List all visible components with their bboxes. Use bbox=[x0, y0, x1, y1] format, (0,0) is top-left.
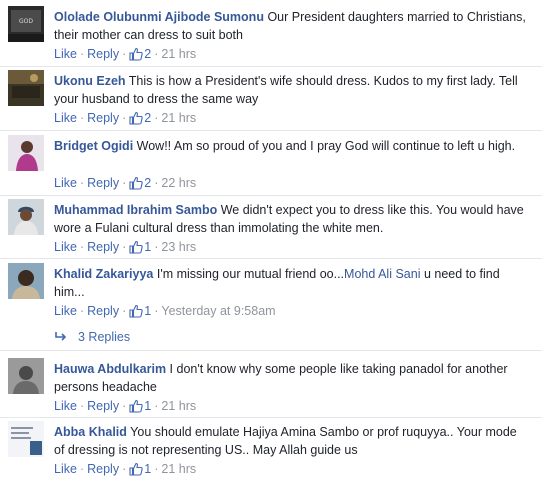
reply-button[interactable]: Reply bbox=[87, 176, 119, 190]
comment-body: Hauwa Abdulkarim I don't know why some p… bbox=[54, 360, 530, 396]
separator-dot: · bbox=[79, 240, 85, 254]
separator-dot: · bbox=[154, 176, 159, 190]
reply-button[interactable]: Reply bbox=[87, 111, 119, 125]
like-button[interactable]: Like bbox=[54, 47, 77, 61]
separator-dot: · bbox=[154, 240, 159, 254]
separator-dot: · bbox=[122, 462, 127, 476]
avatar[interactable] bbox=[8, 135, 44, 171]
thumbs-up-icon bbox=[129, 176, 143, 194]
separator-dot: · bbox=[154, 304, 159, 318]
reply-button[interactable]: Reply bbox=[87, 399, 119, 413]
like-button[interactable]: Like bbox=[54, 240, 77, 254]
comments-list: GOD Ololade Olubunmi Ajibode Sumonu Our … bbox=[0, 0, 542, 483]
timestamp[interactable]: 21 hrs bbox=[161, 111, 196, 125]
timestamp[interactable]: 21 hrs bbox=[161, 399, 196, 413]
separator-dot: · bbox=[154, 462, 159, 476]
thumbs-up-icon bbox=[129, 399, 143, 417]
comment-body: Muhammad Ibrahim Sambo We didn't expect … bbox=[54, 201, 530, 237]
like-button[interactable]: Like bbox=[54, 304, 77, 318]
like-count[interactable]: 2 bbox=[129, 176, 151, 190]
separator-dot: · bbox=[79, 176, 85, 190]
separator-dot: · bbox=[122, 304, 127, 318]
reply-button[interactable]: Reply bbox=[87, 462, 119, 476]
comment-actions: Like · Reply · 1 · 21 hrs bbox=[54, 461, 196, 480]
comment-body: Ukonu Ezeh This is how a President's wif… bbox=[54, 72, 530, 108]
separator-dot: · bbox=[122, 399, 127, 413]
thumbs-up-icon bbox=[129, 47, 143, 65]
avatar[interactable] bbox=[8, 199, 44, 235]
timestamp[interactable]: 23 hrs bbox=[161, 240, 196, 254]
view-replies-link[interactable]: 3 Replies bbox=[54, 329, 130, 347]
comment-actions: Like · Reply · 2 · 21 hrs bbox=[54, 110, 196, 129]
divider bbox=[0, 66, 542, 67]
avatar[interactable]: GOD bbox=[8, 6, 44, 42]
comment-text: Wow!! Am so proud of you and I pray God … bbox=[136, 139, 516, 153]
comment-body: Ololade Olubunmi Ajibode Sumonu Our Pres… bbox=[54, 8, 530, 44]
commenter-name[interactable]: Ololade Olubunmi Ajibode Sumonu bbox=[54, 10, 264, 24]
separator-dot: · bbox=[79, 399, 85, 413]
avatar[interactable] bbox=[8, 263, 44, 299]
like-button[interactable]: Like bbox=[54, 399, 77, 413]
separator-dot: · bbox=[79, 462, 85, 476]
separator-dot: · bbox=[79, 111, 85, 125]
commenter-name[interactable]: Bridget Ogidi bbox=[54, 139, 133, 153]
comment-body: Bridget Ogidi Wow!! Am so proud of you a… bbox=[54, 137, 530, 155]
timestamp[interactable]: 21 hrs bbox=[161, 47, 196, 61]
svg-text:GOD: GOD bbox=[19, 18, 33, 25]
separator-dot: · bbox=[154, 111, 159, 125]
replies-count-label: 3 Replies bbox=[78, 330, 131, 344]
divider bbox=[0, 350, 542, 351]
like-button[interactable]: Like bbox=[54, 462, 77, 476]
reply-button[interactable]: Reply bbox=[87, 47, 119, 61]
comment-actions: Like · Reply · 2 · 21 hrs bbox=[54, 46, 196, 65]
separator-dot: · bbox=[79, 304, 85, 318]
avatar[interactable] bbox=[8, 70, 44, 106]
separator-dot: · bbox=[154, 47, 159, 61]
like-count[interactable]: 2 bbox=[129, 47, 151, 61]
timestamp[interactable]: 21 hrs bbox=[161, 462, 196, 476]
timestamp[interactable]: Yesterday at 9:58am bbox=[161, 304, 275, 318]
comment-actions: Like · Reply · 1 · 23 hrs bbox=[54, 239, 196, 258]
separator-dot: · bbox=[122, 240, 127, 254]
separator-dot: · bbox=[154, 399, 159, 413]
commenter-name[interactable]: Hauwa Abdulkarim bbox=[54, 362, 166, 376]
thumbs-up-icon bbox=[129, 462, 143, 480]
thumbs-up-icon bbox=[129, 304, 143, 322]
separator-dot: · bbox=[122, 176, 127, 190]
divider bbox=[0, 195, 542, 196]
reply-button[interactable]: Reply bbox=[87, 304, 119, 318]
commenter-name[interactable]: Ukonu Ezeh bbox=[54, 74, 126, 88]
avatar[interactable] bbox=[8, 421, 44, 457]
reply-button[interactable]: Reply bbox=[87, 240, 119, 254]
like-count[interactable]: 1 bbox=[129, 304, 151, 318]
comment-actions: Like · Reply · 1 · 21 hrs bbox=[54, 398, 196, 417]
like-count[interactable]: 1 bbox=[129, 240, 151, 254]
avatar[interactable] bbox=[8, 358, 44, 394]
like-count[interactable]: 2 bbox=[129, 111, 151, 125]
thumbs-up-icon bbox=[129, 240, 143, 258]
comment-body: Khalid Zakariyya I'm missing our mutual … bbox=[54, 265, 530, 301]
like-button[interactable]: Like bbox=[54, 111, 77, 125]
comment-actions: Like · Reply · 1 · Yesterday at 9:58am bbox=[54, 303, 276, 322]
commenter-name[interactable]: Muhammad Ibrahim Sambo bbox=[54, 203, 217, 217]
commenter-name[interactable]: Khalid Zakariyya bbox=[54, 267, 153, 281]
divider bbox=[0, 258, 542, 259]
divider bbox=[0, 130, 542, 131]
like-count[interactable]: 1 bbox=[129, 462, 151, 476]
like-button[interactable]: Like bbox=[54, 176, 77, 190]
commenter-name[interactable]: Abba Khalid bbox=[54, 425, 127, 439]
thumbs-up-icon bbox=[129, 111, 143, 129]
mention-link[interactable]: Mohd Ali Sani bbox=[344, 267, 420, 281]
separator-dot: · bbox=[79, 47, 85, 61]
separator-dot: · bbox=[122, 111, 127, 125]
divider bbox=[0, 417, 542, 418]
comment-text-before: I'm missing our mutual friend oo... bbox=[156, 267, 345, 281]
separator-dot: · bbox=[122, 47, 127, 61]
like-count[interactable]: 1 bbox=[129, 399, 151, 413]
reply-arrow-icon bbox=[54, 331, 68, 347]
comment-actions: Like · Reply · 2 · 22 hrs bbox=[54, 175, 196, 194]
comment-body: Abba Khalid You should emulate Hajiya Am… bbox=[54, 423, 530, 459]
timestamp[interactable]: 22 hrs bbox=[161, 176, 196, 190]
